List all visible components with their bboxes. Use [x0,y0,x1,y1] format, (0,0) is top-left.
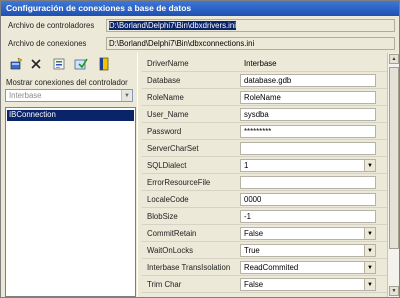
exit-button[interactable] [95,55,113,72]
property-input[interactable]: database.gdb [240,74,376,87]
property-input[interactable] [240,176,376,189]
chevron-down-icon[interactable]: ▼ [121,90,132,101]
chevron-down-icon[interactable]: ▼ [364,279,375,290]
property-input[interactable]: 0000 [240,193,376,206]
property-select[interactable]: ReadCommited ▼ [240,261,376,274]
property-name: Trim Char [147,280,182,289]
property-value: database.gdb [244,76,292,85]
property-value: 0000 [244,195,262,204]
scroll-down-icon[interactable]: ▼ [389,286,399,296]
property-value: False [244,280,264,289]
property-row: Database database.gdb [142,72,387,89]
property-value: False [244,229,264,238]
property-input[interactable]: -1 [240,210,376,223]
property-select[interactable]: True ▼ [240,244,376,257]
property-name: Database [147,76,181,85]
property-value: Interbase [244,59,277,68]
property-value: ReadCommited [244,263,299,272]
driver-filter-value: Interbase [9,91,42,100]
property-select[interactable]: False ▼ [240,227,376,240]
property-row: CommitRetain False ▼ [142,225,387,242]
property-row: Password ********* [142,123,387,140]
chevron-down-icon[interactable]: ▼ [364,245,375,256]
property-row: Trim Char False ▼ [142,276,387,293]
property-value: 1 [244,161,249,170]
property-row: DriverName Interbase [142,55,387,72]
property-name: WaitOnLocks [147,246,194,255]
rename-connection-button[interactable] [50,55,68,72]
property-row: Interbase TransIsolation ReadCommited ▼ [142,259,387,276]
new-connection-button[interactable] [7,55,25,72]
property-name: LocaleCode [147,195,189,204]
property-value: -1 [244,212,251,221]
property-value: sysdba [244,110,269,119]
window-title: Configuración de conexiones a base de da… [1,1,399,16]
property-row: ServerCharSet [142,140,387,157]
properties-scrollbar[interactable]: ▲ ▼ [387,53,399,297]
connections-panel: Mostrar conexiones del controlador Inter… [3,75,136,297]
property-name: RoleName [147,93,184,102]
property-row: RoleName RoleName [142,89,387,106]
connections-file-value: D:\Borland\Delphi7\Bin\dbxconnections.in… [109,39,255,48]
driver-filter-label: Mostrar conexiones del controlador [6,78,128,87]
drivers-file-field[interactable]: D:\Borland\Delphi7\Bin\dbxdrivers.ini [106,19,395,32]
property-row: User_Name sysdba [142,106,387,123]
test-connection-icon [74,58,88,69]
property-name: Password [147,127,182,136]
connections-list[interactable]: IBConnection [5,107,136,297]
connections-file-field[interactable]: D:\Borland\Delphi7\Bin\dbxconnections.in… [106,37,395,50]
property-name: User_Name [147,110,189,119]
new-connection-icon [10,57,23,69]
test-connection-button[interactable] [72,55,90,72]
scroll-up-icon[interactable]: ▲ [389,54,399,64]
property-input: Interbase [240,57,376,70]
chevron-down-icon[interactable]: ▼ [364,262,375,273]
property-row: SQLDialect 1 ▼ [142,157,387,174]
connections-file-label: Archivo de conexiones [8,39,87,48]
scrollbar-thumb[interactable] [389,67,399,249]
chevron-down-icon[interactable]: ▼ [364,160,375,171]
exit-door-icon [99,57,109,70]
property-select[interactable]: 1 ▼ [240,159,376,172]
connection-config-window: Configuración de conexiones a base de da… [0,0,400,298]
property-name: Interbase TransIsolation [147,263,231,272]
driver-filter-select[interactable]: Interbase ▼ [5,89,133,102]
property-row: BlobSize -1 [142,208,387,225]
delete-connection-button[interactable] [27,55,45,72]
property-name: SQLDialect [147,161,187,170]
property-name: ErrorResourceFile [147,178,211,187]
property-select[interactable]: False ▼ [240,278,376,291]
drivers-file-label: Archivo de controladores [8,21,95,30]
property-row: ErrorResourceFile [142,174,387,191]
list-item[interactable]: IBConnection [7,110,134,121]
chevron-down-icon[interactable]: ▼ [364,228,375,239]
property-input[interactable] [240,142,376,155]
delete-icon [31,58,41,69]
property-input[interactable]: sysdba [240,108,376,121]
property-row: WaitOnLocks True ▼ [142,242,387,259]
drivers-file-value: D:\Borland\Delphi7\Bin\dbxdrivers.ini [109,21,236,30]
property-value: RoleName [244,93,281,102]
property-input[interactable]: RoleName [240,91,376,104]
rename-icon [53,58,65,69]
property-name: ServerCharSet [147,144,199,153]
toolbar [3,53,135,75]
property-value: ********* [244,127,272,136]
property-name: BlobSize [147,212,178,221]
property-row: LocaleCode 0000 [142,191,387,208]
property-value: True [244,246,260,255]
property-name: CommitRetain [147,229,197,238]
properties-grid: DriverName Interbase Database database.gdb R… [142,53,387,297]
ini-paths-panel: Archivo de controladores D:\Borland\Delp… [3,17,397,51]
property-input[interactable]: ********* [240,125,376,138]
property-name: DriverName [147,59,189,68]
